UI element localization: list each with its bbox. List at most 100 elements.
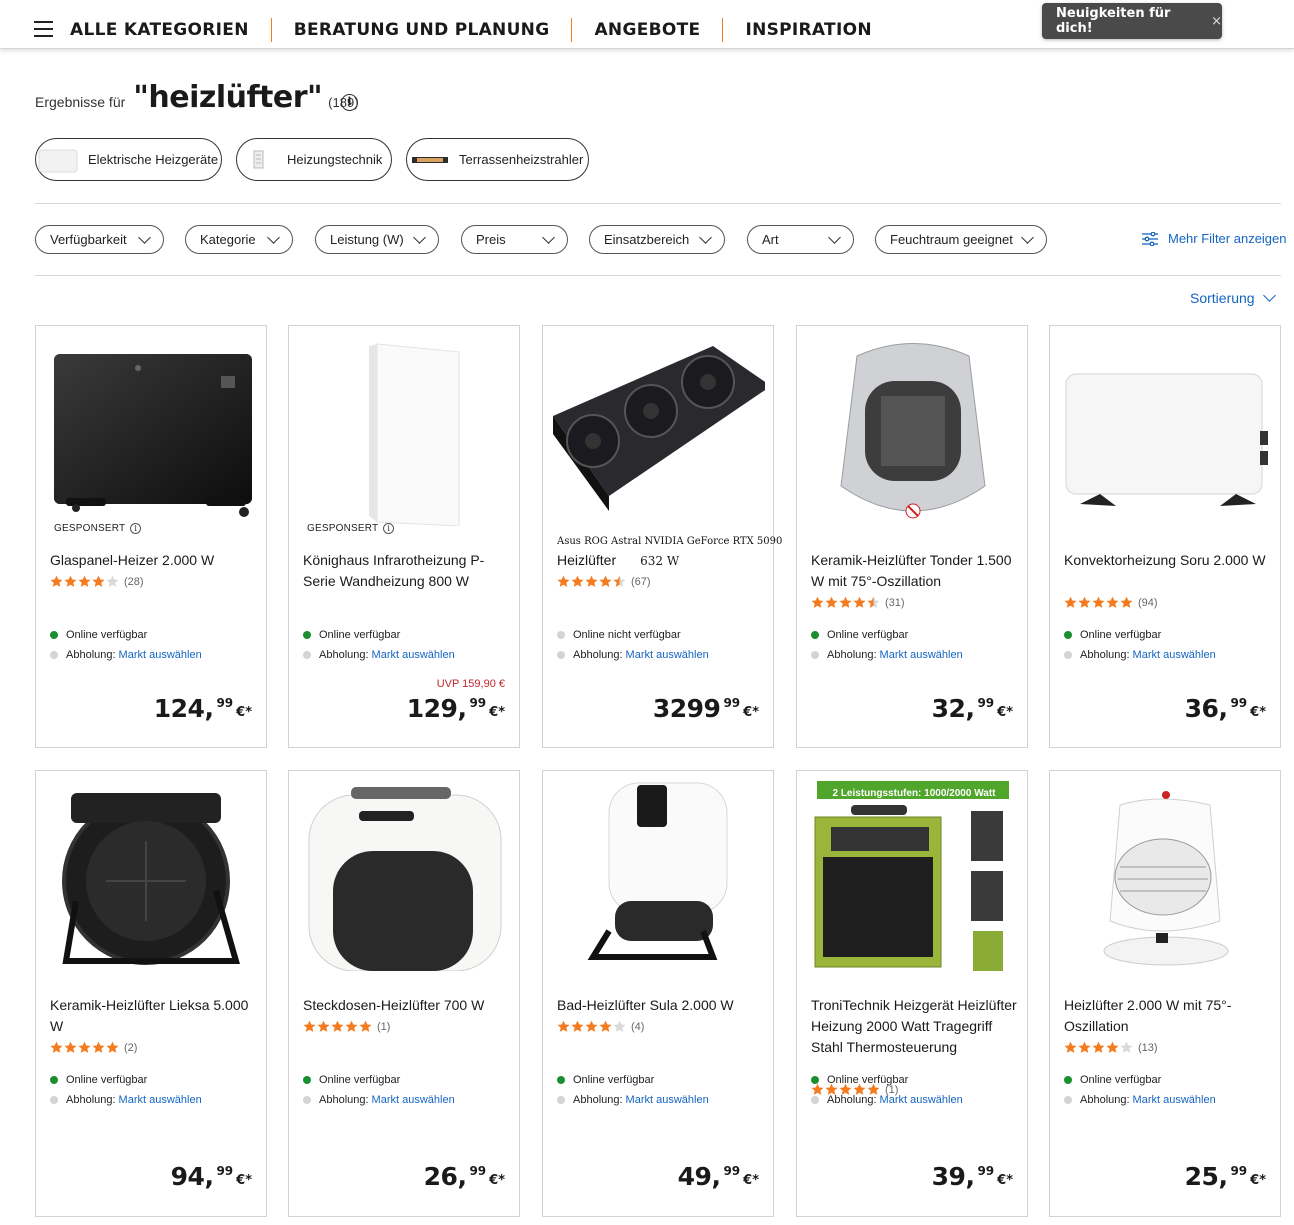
product-price: 94, 99 €* <box>171 1162 252 1191</box>
product-rating[interactable]: (2) <box>50 1041 137 1054</box>
star-empty-icon <box>1120 1041 1133 1053</box>
product-rating[interactable]: (31) <box>811 596 905 609</box>
product-image[interactable] <box>553 781 765 971</box>
product-rating[interactable]: (28) <box>50 575 144 588</box>
product-card[interactable]: Keramik-Heizlüfter Lieksa 5.000 W (2) Onli… <box>35 770 267 1217</box>
product-image[interactable] <box>1060 781 1272 971</box>
nav-all-categories[interactable]: ALLE KATEGORIEN <box>70 20 249 40</box>
product-rating[interactable]: (1) <box>303 1020 390 1033</box>
product-image[interactable] <box>807 781 1019 971</box>
more-filters-link[interactable]: Mehr Filter anzeigen <box>1142 231 1287 246</box>
chevron-down-icon <box>1021 230 1034 244</box>
availability-dot <box>1064 1076 1072 1084</box>
availability-dot <box>557 1076 565 1084</box>
product-card[interactable]: Heizlüfter 2.000 W mit 75°-Oszillation (1… <box>1049 770 1281 1217</box>
nav-consulting[interactable]: BERATUNG UND PLANUNG <box>294 20 550 40</box>
pickup-availability: Abholung: Markt auswählen <box>557 649 709 661</box>
select-store-link[interactable]: Markt auswählen <box>119 1094 202 1106</box>
info-icon[interactable]: i <box>130 523 142 534</box>
info-icon[interactable]: i <box>383 523 395 534</box>
price-main: 3299 <box>652 694 721 723</box>
product-name[interactable]: TroniTechnik Heizgerät Heizlüfter Heizun… <box>811 995 1017 1058</box>
product-name[interactable]: Keramik-Heizlüfter Tonder 1.500 W mit 75… <box>811 550 1017 592</box>
star-filled-icon <box>78 575 91 587</box>
product-image[interactable] <box>553 336 771 526</box>
price-main: 36, <box>1184 694 1228 723</box>
pickup-availability: Abholung: Markt auswählen <box>1064 649 1216 661</box>
select-store-link[interactable]: Markt auswählen <box>1133 1094 1216 1106</box>
product-image[interactable] <box>1060 336 1272 526</box>
pickup-availability: Abholung: Markt auswählen <box>50 649 202 661</box>
select-store-link[interactable]: Markt auswählen <box>626 649 709 661</box>
select-store-link[interactable]: Markt auswählen <box>1133 649 1216 661</box>
star-filled-icon <box>557 575 570 587</box>
review-count: (28) <box>124 575 144 588</box>
price-main: 25, <box>1184 1162 1228 1191</box>
pickup-label: Abholung: <box>573 1094 623 1106</box>
select-store-link[interactable]: Markt auswählen <box>372 1094 455 1106</box>
product-card[interactable]: Konvektorheizung Soru 2.000 W (94) Online … <box>1049 325 1281 748</box>
chip-label: Heizungstechnik <box>287 152 383 167</box>
star-filled-icon <box>557 1020 570 1032</box>
product-card[interactable]: Keramik-Heizlüfter Tonder 1.500 W mit 75… <box>796 325 1028 748</box>
product-card[interactable]: Bad-Heizlüfter Sula 2.000 W (4) Online ver… <box>542 770 774 1217</box>
menu-icon[interactable] <box>34 21 53 37</box>
filter-price[interactable]: Preis <box>461 225 568 254</box>
category-chip-heating-technology[interactable]: Heizungstechnik <box>236 138 392 181</box>
select-store-link[interactable]: Markt auswählen <box>372 649 455 661</box>
product-rating[interactable]: (67) <box>557 575 651 588</box>
filter-type[interactable]: Art <box>747 225 854 254</box>
pickup-dot <box>557 1096 565 1104</box>
info-icon[interactable]: i <box>341 94 358 111</box>
product-card[interactable]: GESPONSERT i Glaspanel-Heizer 2.000 W (28) O… <box>35 325 267 748</box>
availability-text: Online verfügbar <box>1080 629 1162 641</box>
product-rating[interactable]: (13) <box>1064 1041 1158 1054</box>
product-name[interactable]: Heizlüfter 632 W <box>557 550 763 572</box>
filter-power[interactable]: Leistung (W) <box>315 225 439 254</box>
star-filled-icon <box>50 1041 63 1053</box>
product-image[interactable] <box>299 781 511 972</box>
select-store-link[interactable]: Markt auswählen <box>880 649 963 661</box>
select-store-link[interactable]: Markt auswählen <box>880 1094 963 1106</box>
pickup-label: Abholung: <box>1080 649 1130 661</box>
product-image[interactable] <box>299 336 511 527</box>
pickup-dot <box>50 1096 58 1104</box>
news-toast[interactable]: Neuigkeiten für dich! × <box>1042 3 1222 39</box>
product-image[interactable] <box>46 781 258 971</box>
category-chip-electric-heaters[interactable]: Elektrische Heizgeräte <box>35 138 222 181</box>
availability-text: Online verfügbar <box>66 629 148 641</box>
product-image[interactable] <box>807 336 1019 526</box>
category-chip-patio-heaters[interactable]: Terrassenheizstrahler <box>406 138 589 181</box>
select-store-link[interactable]: Markt auswählen <box>119 649 202 661</box>
product-name[interactable]: Keramik-Heizlüfter Lieksa 5.000 W <box>50 995 256 1037</box>
filter-wet-room[interactable]: Feuchtraum geeignet <box>875 225 1047 254</box>
star-filled-icon <box>1106 596 1119 608</box>
close-icon[interactable]: × <box>1211 14 1222 29</box>
product-rating[interactable]: (4) <box>557 1020 644 1033</box>
product-name[interactable]: Glaspanel-Heizer 2.000 W <box>50 550 256 571</box>
star-filled-icon <box>78 1041 91 1053</box>
product-name[interactable]: Heizlüfter 2.000 W mit 75°-Oszillation <box>1064 995 1270 1037</box>
nav-offers[interactable]: ANGEBOTE <box>594 20 700 40</box>
star-filled-icon <box>585 575 598 587</box>
product-card[interactable]: Steckdosen-Heizlüfter 700 W (1) Online ver… <box>288 770 520 1217</box>
pickup-availability: Abholung: Markt auswählen <box>303 1094 455 1106</box>
nav-inspiration[interactable]: INSPIRATION <box>745 20 871 40</box>
product-image[interactable] <box>46 336 258 526</box>
star-filled-icon <box>585 1020 598 1032</box>
filter-application-area[interactable]: Einsatzbereich <box>589 225 725 254</box>
star-filled-icon <box>64 1041 77 1053</box>
product-rating[interactable]: (94) <box>1064 596 1158 609</box>
product-name[interactable]: Konvektorheizung Soru 2.000 W <box>1064 550 1270 571</box>
filter-availability[interactable]: Verfügbarkeit <box>35 225 164 254</box>
product-card[interactable]: 2 Leistungsstufen: 1000/2000 Watt TroniTe… <box>796 770 1028 1217</box>
product-name[interactable]: Steckdosen-Heizlüfter 700 W <box>303 995 509 1016</box>
product-card[interactable]: GESPONSERT i Könighaus Infrarotheizung P-S… <box>288 325 520 748</box>
product-card[interactable]: Asus ROG Astral NVIDIA GeForce RTX 5090 H… <box>542 325 782 748</box>
product-name[interactable]: Könighaus Infrarotheizung P-Serie Wandhe… <box>303 550 509 592</box>
select-store-link[interactable]: Markt auswählen <box>626 1094 709 1106</box>
product-name[interactable]: Bad-Heizlüfter Sula 2.000 W <box>557 995 763 1016</box>
filter-category[interactable]: Kategorie <box>185 225 293 254</box>
product-price: 3299 99 €* <box>653 694 759 723</box>
sort-dropdown[interactable]: Sortierung <box>1190 289 1276 306</box>
